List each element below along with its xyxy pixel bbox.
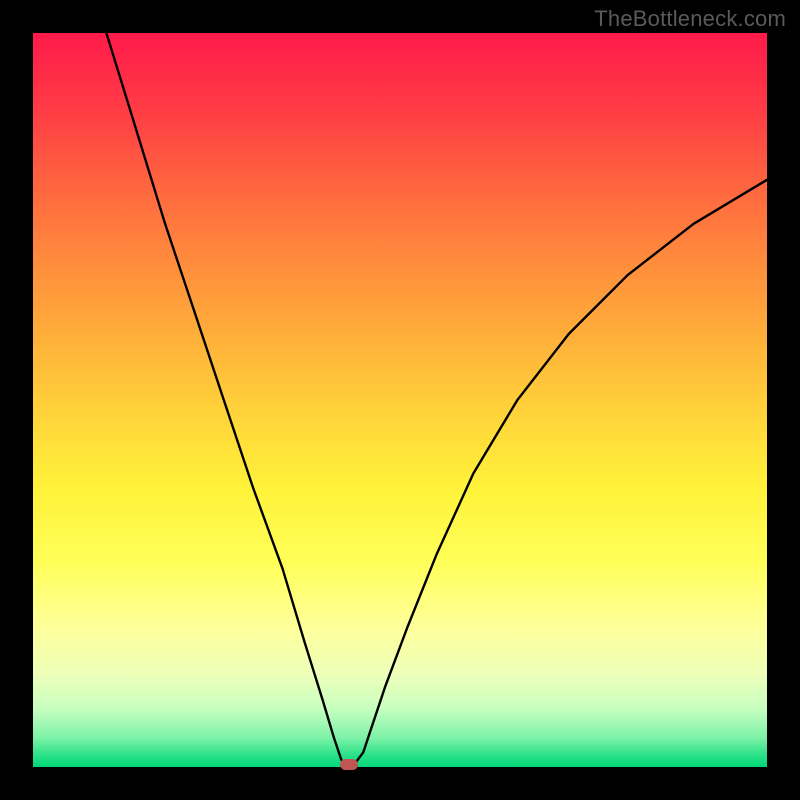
curve-svg	[33, 33, 767, 767]
bottleneck-curve	[106, 33, 767, 767]
chart-container: TheBottleneck.com	[0, 0, 800, 800]
plot-area	[33, 33, 767, 767]
watermark-text: TheBottleneck.com	[594, 6, 786, 32]
optimum-marker	[340, 759, 358, 770]
